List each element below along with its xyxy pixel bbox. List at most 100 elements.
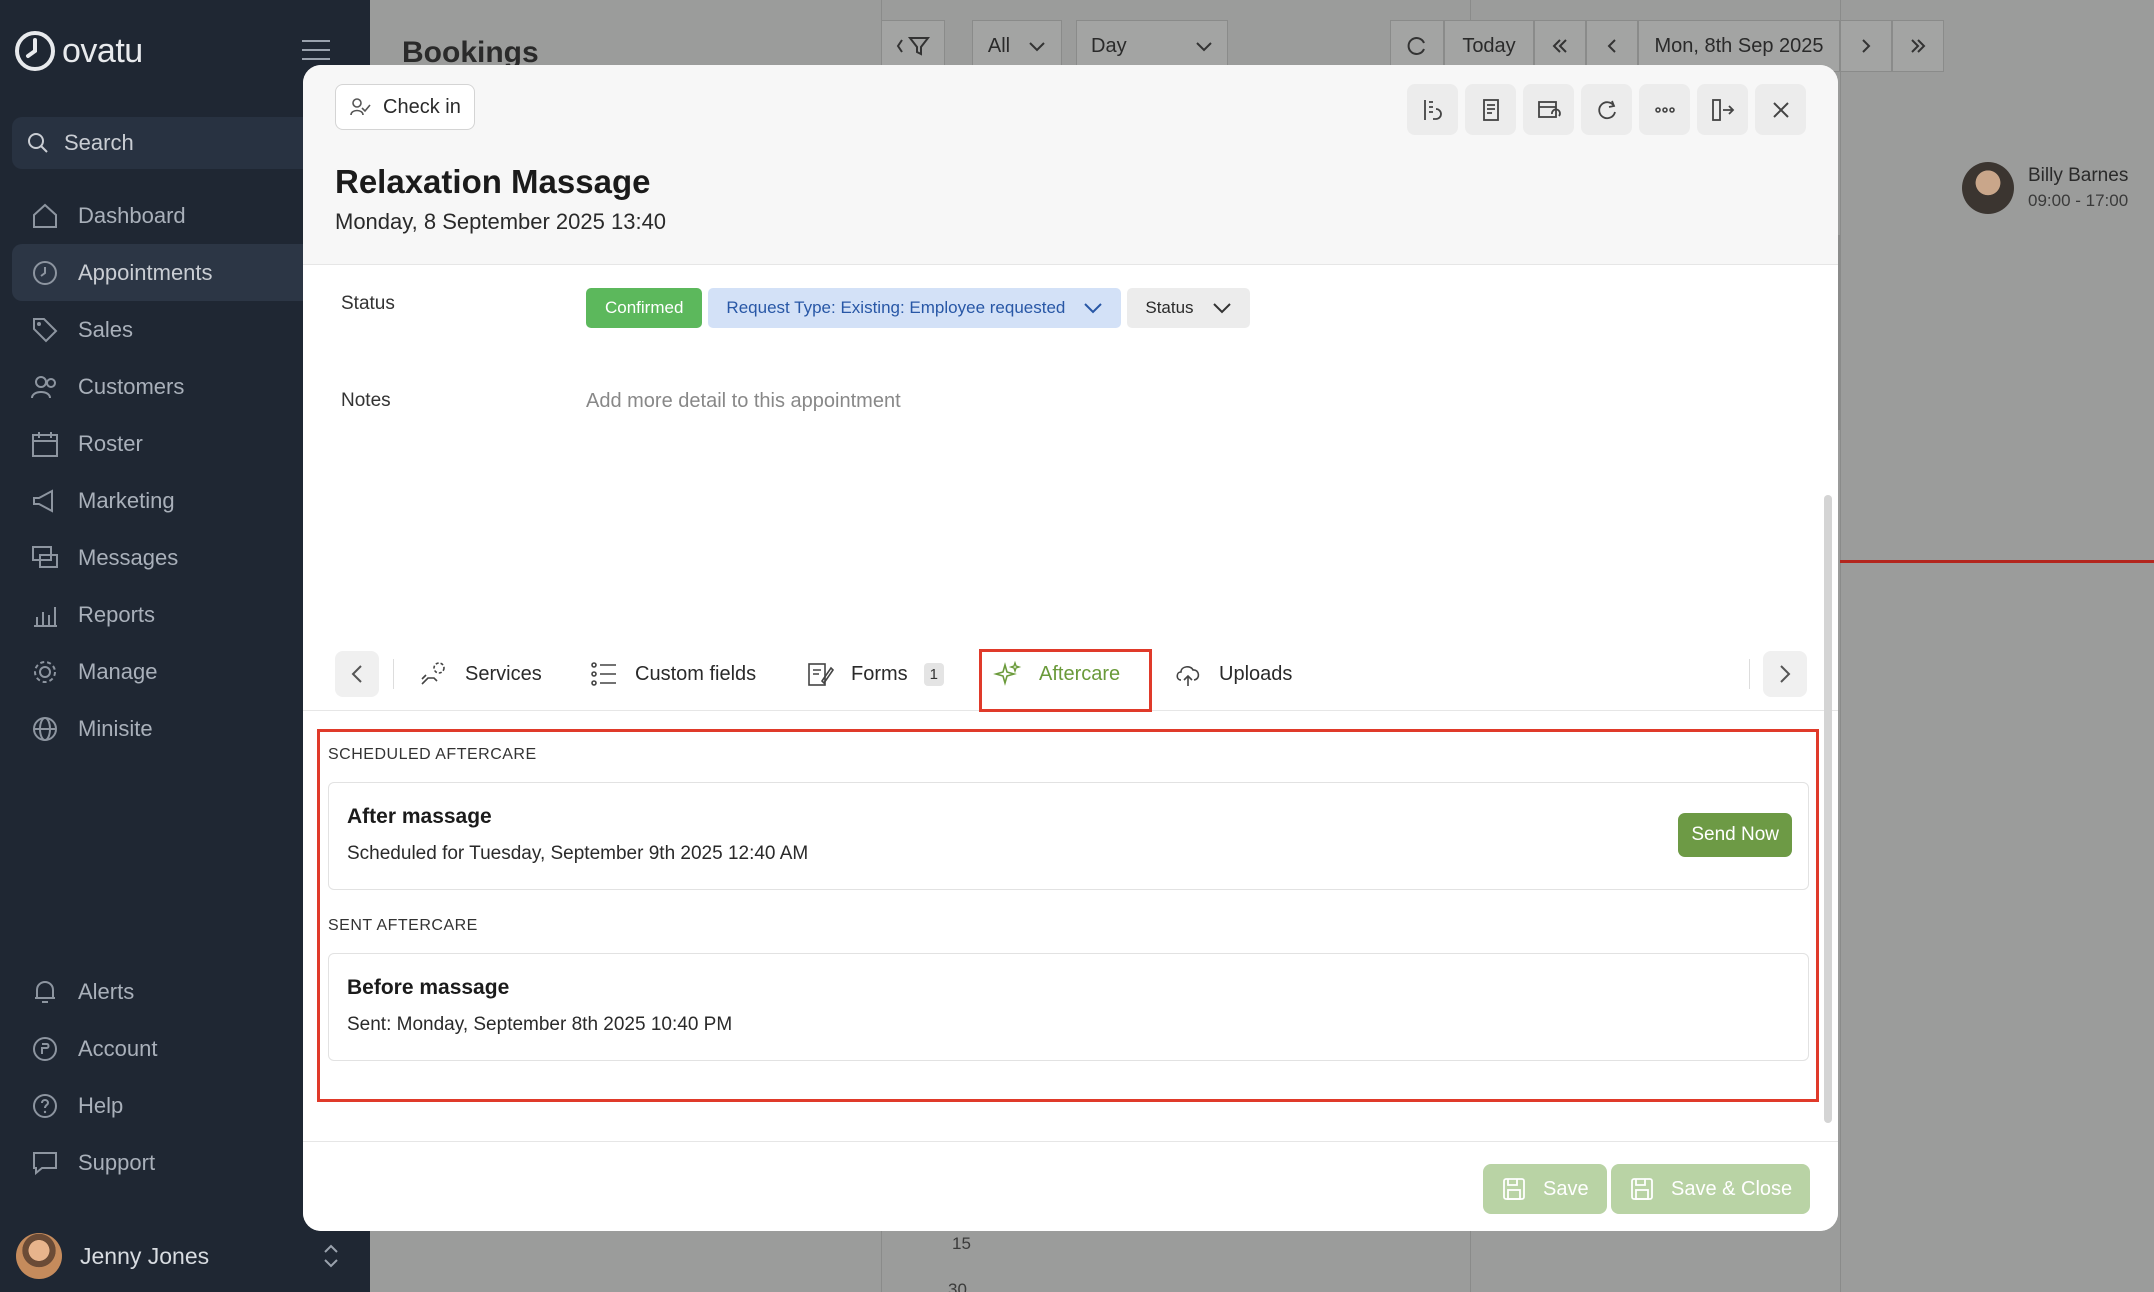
- tab-label: Forms: [851, 662, 908, 685]
- tab-label: Custom fields: [635, 662, 757, 685]
- megaphone-icon: [33, 488, 53, 513]
- tab-label: Uploads: [1219, 662, 1293, 685]
- list-icon: [591, 662, 616, 686]
- notes-label: Notes: [341, 390, 391, 411]
- check-in-button[interactable]: Check in: [335, 84, 475, 130]
- staff-hours: 09:00 - 17:00: [2028, 191, 2129, 210]
- chevron-down-icon: [1084, 303, 1103, 314]
- sidebar-item-label: Support: [78, 1149, 156, 1175]
- chevron-left-icon: [1607, 39, 1616, 53]
- tab-uploads[interactable]: Uploads: [1173, 651, 1292, 697]
- save-icon: [1503, 1178, 1525, 1200]
- user-name: Jenny Jones: [80, 1242, 210, 1269]
- filter-icon: [896, 37, 930, 56]
- account-icon: [33, 1036, 57, 1061]
- gear-icon: [34, 660, 56, 683]
- save-button[interactable]: Save: [1483, 1164, 1607, 1214]
- status-dropdown[interactable]: Status: [1127, 288, 1250, 328]
- help-icon: [33, 1093, 57, 1118]
- tabs-scroll-left-button[interactable]: [335, 651, 379, 697]
- chat-icon: [32, 545, 58, 568]
- modal-scrollbar[interactable]: [1824, 495, 1832, 1123]
- more-horizontal-icon: [1654, 106, 1675, 113]
- calendar-icon: [32, 431, 58, 457]
- sidebar-item-label: Help: [78, 1092, 124, 1118]
- time-tick: 30: [948, 1280, 967, 1292]
- tab-services[interactable]: Services: [419, 651, 542, 697]
- chevron-right-icon: [1862, 39, 1871, 53]
- sidebar-item-label: Reports: [78, 601, 156, 627]
- users-icon: [31, 375, 56, 398]
- close-icon: [1772, 101, 1789, 118]
- invoice-button[interactable]: [1465, 84, 1516, 135]
- grid-line: [1840, 0, 1841, 1292]
- view-day-label: Day: [1091, 34, 1127, 57]
- tab-divider: [393, 659, 394, 689]
- sidebar-item-label: Minisite: [78, 715, 153, 741]
- calendar-repeat-icon: [1537, 100, 1561, 118]
- status-dropdown-label: Status: [1145, 298, 1194, 317]
- globe-icon: [33, 716, 57, 741]
- rebook-button[interactable]: [1523, 84, 1574, 135]
- sidebar-item-label: Alerts: [78, 978, 135, 1004]
- support-icon: [33, 1151, 57, 1175]
- sidebar-item-label: Roster: [78, 430, 143, 456]
- close-button[interactable]: [1755, 84, 1806, 135]
- sidebar-item-label: Marketing: [78, 487, 175, 513]
- tab-custom-fields[interactable]: Custom fields: [589, 651, 756, 697]
- save-close-button[interactable]: Save & Close: [1611, 1164, 1811, 1214]
- next-week-button[interactable]: [1892, 20, 1944, 72]
- notes-input[interactable]: Add more detail to this appointment: [586, 390, 901, 413]
- ovatu-logo[interactable]: ovatu: [14, 30, 143, 72]
- modal-footer: Save Save & Close: [303, 1141, 1838, 1231]
- chevron-left-icon: [351, 665, 362, 683]
- aftercare-tab-highlight: [979, 649, 1152, 712]
- double-chevron-right-icon: [1911, 39, 1926, 53]
- check-in-icon: [350, 98, 371, 116]
- time-tick: 15: [952, 1234, 971, 1253]
- status-badge-confirmed[interactable]: Confirmed: [586, 288, 703, 328]
- current-time-line: [1840, 560, 2154, 563]
- status-label: Status: [341, 293, 395, 314]
- forms-icon: [808, 663, 835, 686]
- request-type-dropdown[interactable]: Request Type: Existing: Employee request…: [708, 288, 1122, 328]
- cloud-upload-icon: [1176, 666, 1200, 686]
- staff-name: Billy Barnes: [2028, 165, 2129, 186]
- tab-forms[interactable]: Forms 1: [805, 651, 945, 697]
- logo-text: ovatu: [62, 31, 143, 70]
- aftercare-panel-highlight: [317, 729, 1819, 1102]
- clock-icon: [33, 260, 57, 285]
- filter-all-label: All: [987, 34, 1011, 57]
- avatar: [1962, 162, 2014, 214]
- home-icon: [33, 203, 57, 228]
- services-icon: [421, 662, 445, 685]
- sidebar-item-label: Messages: [78, 544, 179, 570]
- check-in-label: Check in: [383, 95, 461, 118]
- appointment-title: Relaxation Massage: [335, 163, 651, 200]
- bell-icon: [35, 980, 55, 1003]
- save-close-label: Save & Close: [1671, 1177, 1793, 1200]
- search-icon: [28, 133, 48, 153]
- search-label: Search: [64, 130, 134, 155]
- chevron-down-icon: [1212, 303, 1231, 314]
- chart-icon: [34, 606, 57, 627]
- refresh-icon: [1407, 37, 1425, 55]
- chevron-updown-icon: [324, 1244, 338, 1268]
- chevron-down-icon: [1029, 42, 1045, 52]
- chevron-right-icon: [1780, 665, 1791, 683]
- logo-clock-icon: [15, 31, 55, 71]
- tabs-scroll-right-button[interactable]: [1763, 651, 1807, 697]
- forms-count-badge: 1: [923, 662, 945, 686]
- chevron-down-icon: [1196, 42, 1212, 52]
- appointment-datetime: Monday, 8 September 2025 13:40: [335, 209, 667, 234]
- exit-panel-icon: [1711, 98, 1734, 121]
- more-options-button[interactable]: [1639, 84, 1690, 135]
- repeat-icon: [1597, 100, 1616, 119]
- reschedule-button[interactable]: [1407, 84, 1458, 135]
- menu-toggle-icon[interactable]: [302, 40, 330, 62]
- staff-column-header: Billy Barnes 09:00 - 17:00: [1962, 162, 2128, 214]
- next-day-button[interactable]: [1840, 20, 1892, 72]
- appointment-modal: Check in Relaxation Massage Monday, 8 Se…: [303, 65, 1838, 1231]
- recurring-button[interactable]: [1581, 84, 1632, 135]
- open-panel-button[interactable]: [1697, 84, 1748, 135]
